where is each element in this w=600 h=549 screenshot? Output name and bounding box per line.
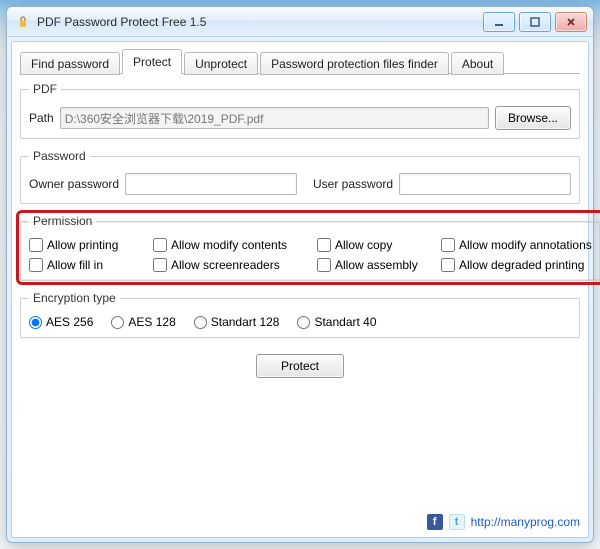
- footer: f t http://manyprog.com: [16, 511, 584, 533]
- minimize-button[interactable]: [483, 12, 515, 32]
- path-label: Path: [29, 111, 54, 125]
- checkbox-allow-copy[interactable]: Allow copy: [317, 238, 437, 252]
- radio-standart128[interactable]: Standart 128: [194, 315, 280, 329]
- client-area: Find password Protect Unprotect Password…: [11, 41, 589, 538]
- footer-link[interactable]: http://manyprog.com: [471, 515, 580, 529]
- tabstrip: Find password Protect Unprotect Password…: [20, 48, 580, 74]
- checkbox-allow-assembly[interactable]: Allow assembly: [317, 258, 437, 272]
- app-window: PDF Password Protect Free 1.5 Find passw…: [6, 6, 594, 543]
- window-title: PDF Password Protect Free 1.5: [37, 15, 206, 29]
- checkbox-allow-screenreaders[interactable]: Allow screenreaders: [153, 258, 313, 272]
- protect-button[interactable]: Protect: [256, 354, 344, 378]
- maximize-button[interactable]: [519, 12, 551, 32]
- twitter-icon[interactable]: t: [449, 514, 465, 530]
- checkbox-allow-modify-contents[interactable]: Allow modify contents: [153, 238, 313, 252]
- tab-find-password[interactable]: Find password: [20, 52, 120, 75]
- radio-standart40[interactable]: Standart 40: [297, 315, 376, 329]
- titlebar: PDF Password Protect Free 1.5: [7, 7, 593, 37]
- checkbox-allow-modify-annotations[interactable]: Allow modify annotations: [441, 238, 592, 252]
- owner-password-input[interactable]: [125, 173, 297, 195]
- radio-aes256[interactable]: AES 256: [29, 315, 93, 329]
- group-encryption-legend: Encryption type: [29, 291, 120, 305]
- browse-button[interactable]: Browse...: [495, 106, 571, 130]
- group-permission-legend: Permission: [29, 214, 96, 228]
- group-password-legend: Password: [29, 149, 90, 163]
- group-encryption: Encryption type AES 256 AES 128 Standart…: [20, 291, 580, 338]
- tab-panel-protect: PDF Path Browse... Password Owner passwo…: [20, 74, 580, 533]
- group-password: Password Owner password User password: [20, 149, 580, 204]
- owner-password-label: Owner password: [29, 177, 119, 191]
- checkbox-allow-degraded-printing[interactable]: Allow degraded printing: [441, 258, 592, 272]
- radio-aes128[interactable]: AES 128: [111, 315, 175, 329]
- user-password-label: User password: [313, 177, 393, 191]
- tab-about[interactable]: About: [451, 52, 504, 75]
- tab-unprotect[interactable]: Unprotect: [184, 52, 258, 75]
- user-password-input[interactable]: [399, 173, 571, 195]
- group-pdf-legend: PDF: [29, 82, 61, 96]
- facebook-icon[interactable]: f: [427, 514, 443, 530]
- close-button[interactable]: [555, 12, 587, 32]
- path-input[interactable]: [60, 107, 489, 129]
- group-permission: Permission Allow printing Allow modify c…: [20, 214, 600, 281]
- checkbox-allow-fill-in[interactable]: Allow fill in: [29, 258, 149, 272]
- app-icon: [15, 14, 31, 30]
- checkbox-allow-printing[interactable]: Allow printing: [29, 238, 149, 252]
- tab-files-finder[interactable]: Password protection files finder: [260, 52, 449, 75]
- group-pdf: PDF Path Browse...: [20, 82, 580, 139]
- tab-protect[interactable]: Protect: [122, 49, 182, 74]
